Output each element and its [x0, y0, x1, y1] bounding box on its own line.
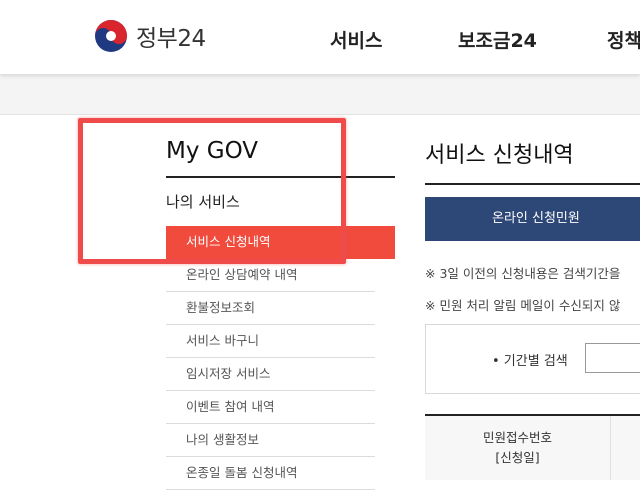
notice-text-2: ※ 민원 처리 알림 메일이 수신되지 않	[425, 298, 621, 313]
site-header: 정부24 서비스 보조금24 정책	[0, 0, 640, 74]
logo-text: 정부24	[136, 26, 206, 52]
site-logo[interactable]: 정부24	[94, 19, 206, 53]
sidebar-item-temp-saved[interactable]: 임시저장 서비스	[166, 358, 375, 391]
breadcrumb-bar	[0, 74, 640, 115]
nav-item-services[interactable]: 서비스	[330, 26, 382, 53]
tab-online-application[interactable]: 온라인 신청민원	[425, 197, 640, 241]
table-column-divider	[610, 416, 611, 480]
notice-text-1: ※ 3일 이전의 신청내용은 검색기간을	[425, 266, 621, 281]
sidebar-item-service-applications[interactable]: 서비스 신청내역	[166, 226, 395, 259]
sidebar-title: My GOV	[166, 138, 395, 178]
sidebar-section-title: 나의 서비스	[166, 193, 240, 211]
period-search-label: • 기간별 검색	[492, 354, 568, 369]
taegeuk-logo-icon	[95, 20, 127, 52]
nav-item-subsidy24[interactable]: 보조금24	[458, 26, 537, 53]
page-title: 서비스 신청내역	[425, 137, 640, 185]
sidebar-item-service-basket[interactable]: 서비스 바구니	[166, 325, 375, 358]
sidebar-menu: 서비스 신청내역 온라인 상담예약 내역 환불정보조회 서비스 바구니 임시저장…	[166, 226, 395, 490]
nav-item-policy[interactable]: 정책	[607, 26, 640, 53]
table-header-receipt-number: 민원접수번호 [신청일]	[425, 428, 610, 468]
period-start-input[interactable]	[585, 343, 640, 373]
sidebar-item-online-consult[interactable]: 온라인 상담예약 내역	[166, 259, 375, 292]
table-header-line1: 민원접수번호	[482, 430, 552, 445]
sidebar-item-refund-info[interactable]: 환불정보조회	[166, 292, 375, 325]
sidebar-item-allday-care[interactable]: 온종일 돌봄 신청내역	[166, 457, 375, 490]
sidebar-item-event-history[interactable]: 이벤트 참여 내역	[166, 391, 375, 424]
sidebar-item-life-info[interactable]: 나의 생활정보	[166, 424, 375, 457]
table-header-line2: [신청일]	[495, 450, 540, 465]
